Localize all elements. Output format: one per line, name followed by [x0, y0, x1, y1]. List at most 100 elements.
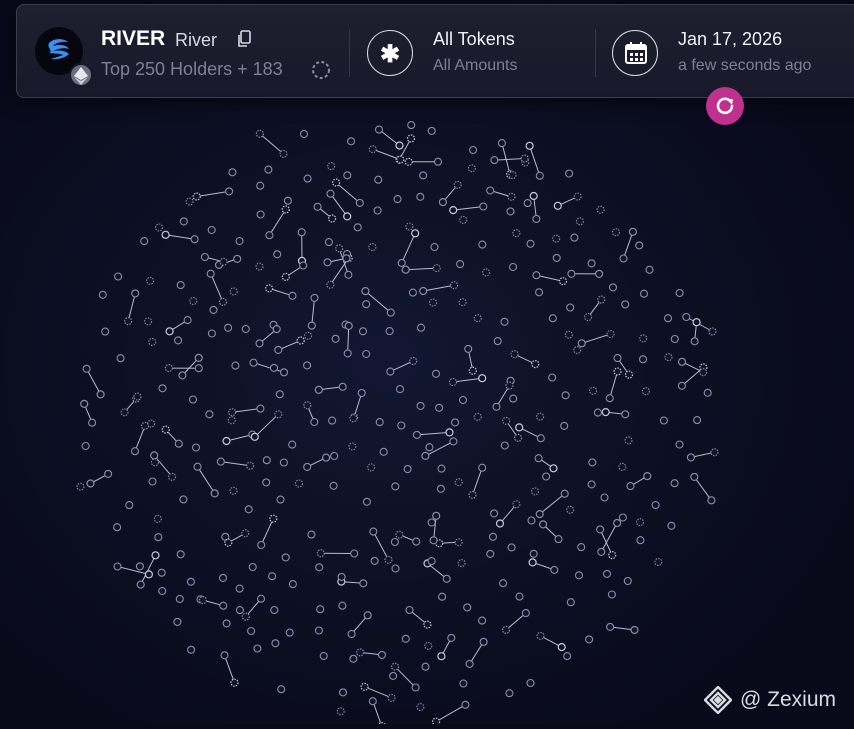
holder-node[interactable] — [491, 157, 498, 164]
holder-node[interactable] — [708, 497, 715, 504]
holder-node[interactable] — [258, 595, 265, 602]
holder-node[interactable] — [387, 309, 394, 316]
holder-node[interactable] — [281, 369, 288, 376]
holder-node[interactable] — [251, 433, 258, 440]
holder-node[interactable] — [286, 629, 293, 636]
holder-node[interactable] — [311, 419, 318, 426]
holder-node[interactable] — [225, 539, 232, 546]
holder-node[interactable] — [369, 146, 376, 153]
holder-node[interactable] — [220, 602, 227, 609]
holder-node[interactable] — [117, 355, 124, 362]
holder-node[interactable] — [388, 694, 395, 701]
holder-node[interactable] — [282, 273, 289, 280]
holder-node[interactable] — [316, 564, 323, 571]
holder-node[interactable] — [358, 390, 365, 397]
holder-node[interactable] — [226, 188, 233, 195]
holder-node[interactable] — [304, 402, 311, 409]
holder-node[interactable] — [271, 607, 278, 614]
holder-node[interactable] — [217, 458, 224, 465]
holder-node[interactable] — [406, 223, 413, 230]
holder-node[interactable] — [297, 337, 304, 344]
holder-node[interactable] — [606, 395, 613, 402]
holder-node[interactable] — [668, 522, 675, 529]
holder-node[interactable] — [676, 441, 683, 448]
holder-node[interactable] — [187, 578, 194, 585]
holder-node[interactable] — [327, 190, 334, 197]
holder-node[interactable] — [529, 559, 536, 566]
holder-node[interactable] — [273, 326, 280, 333]
holder-node[interactable] — [679, 358, 686, 365]
holder-node[interactable] — [102, 328, 109, 335]
holder-node[interactable] — [526, 142, 533, 149]
holder-node[interactable] — [585, 314, 592, 321]
holder-node[interactable] — [156, 224, 163, 231]
holder-node[interactable] — [81, 400, 88, 407]
holder-node[interactable] — [457, 261, 464, 268]
holder-node[interactable] — [460, 216, 467, 223]
holder-node[interactable] — [532, 488, 539, 495]
holder-node[interactable] — [87, 480, 94, 487]
holder-node[interactable] — [305, 332, 312, 339]
holder-node[interactable] — [289, 441, 296, 448]
holder-node[interactable] — [257, 405, 264, 412]
holder-node[interactable] — [89, 419, 96, 426]
holder-node[interactable] — [450, 438, 457, 445]
holder-node[interactable] — [114, 563, 121, 570]
holder-node[interactable] — [536, 511, 543, 518]
holder-node[interactable] — [369, 244, 376, 251]
holder-node[interactable] — [331, 453, 338, 460]
holder-node[interactable] — [468, 165, 475, 172]
holder-node[interactable] — [397, 386, 404, 393]
holder-node[interactable] — [149, 338, 156, 345]
holder-node[interactable] — [501, 442, 508, 449]
holder-node[interactable] — [466, 660, 473, 667]
holder-node[interactable] — [687, 454, 694, 461]
holder-node[interactable] — [300, 262, 307, 269]
holder-node[interactable] — [691, 338, 698, 345]
holder-node[interactable] — [528, 517, 535, 524]
holder-node[interactable] — [646, 266, 653, 273]
holder-node[interactable] — [195, 365, 202, 372]
holder-node[interactable] — [619, 514, 626, 521]
holder-node[interactable] — [409, 289, 416, 296]
holder-node[interactable] — [622, 301, 629, 308]
holder-node[interactable] — [549, 315, 556, 322]
holder-node[interactable] — [174, 618, 181, 625]
holder-node[interactable] — [614, 368, 621, 375]
holder-node[interactable] — [230, 288, 237, 295]
holder-node[interactable] — [524, 200, 531, 207]
holder-node[interactable] — [141, 238, 148, 245]
holder-node[interactable] — [337, 708, 344, 715]
holder-node[interactable] — [329, 417, 336, 424]
holder-node[interactable] — [428, 519, 435, 526]
holder-node[interactable] — [340, 689, 347, 696]
holder-node[interactable] — [536, 289, 543, 296]
holder-node[interactable] — [465, 345, 472, 352]
holder-node[interactable] — [320, 653, 327, 660]
holder-node[interactable] — [631, 627, 638, 634]
holder-node[interactable] — [405, 158, 412, 165]
holder-node[interactable] — [232, 362, 239, 369]
holder-node[interactable] — [188, 646, 195, 653]
holder-node[interactable] — [640, 335, 647, 342]
holder-node[interactable] — [154, 515, 161, 522]
holder-node[interactable] — [487, 550, 494, 557]
holder-node[interactable] — [282, 554, 289, 561]
holder-node[interactable] — [258, 542, 265, 549]
holder-node[interactable] — [179, 372, 186, 379]
holder-node[interactable] — [626, 371, 633, 378]
holder-node[interactable] — [360, 328, 367, 335]
holder-node[interactable] — [596, 270, 603, 277]
holder-node[interactable] — [435, 158, 442, 165]
holder-node[interactable] — [455, 539, 462, 546]
holder-node[interactable] — [515, 434, 522, 441]
holder-node[interactable] — [317, 550, 324, 557]
holder-node[interactable] — [256, 130, 263, 137]
holder-node[interactable] — [417, 402, 424, 409]
holder-node[interactable] — [343, 255, 350, 262]
holder-node[interactable] — [536, 172, 543, 179]
holder-node[interactable] — [159, 588, 166, 595]
holder-node[interactable] — [480, 203, 487, 210]
holder-node[interactable] — [498, 140, 505, 147]
holder-node[interactable] — [361, 683, 368, 690]
